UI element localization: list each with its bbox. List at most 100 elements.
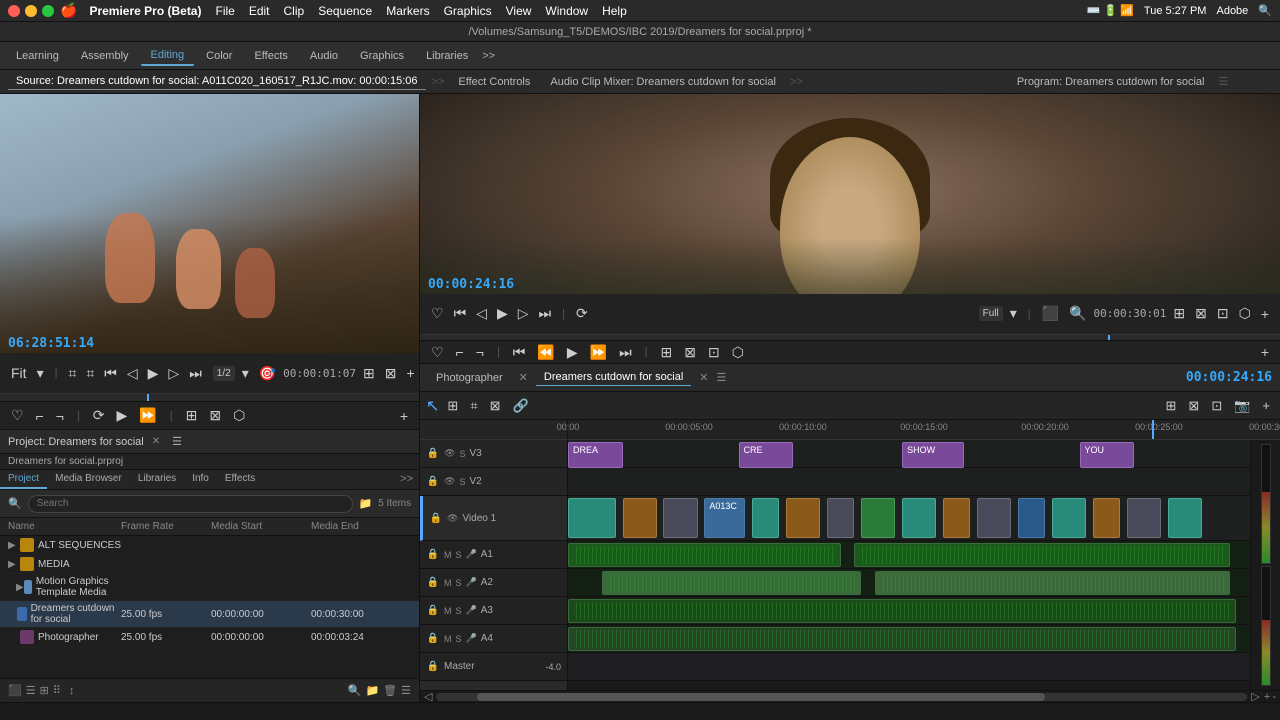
scroll-right-btn[interactable]: ▷ (1251, 690, 1259, 702)
source-ratio[interactable]: 1/2 (213, 366, 235, 381)
source-go-out[interactable]: ⏭ (186, 365, 205, 382)
prog-transport-go-out[interactable]: ⏭ (616, 344, 635, 361)
prog-step-back[interactable]: ◁ (473, 305, 490, 322)
source-go-in[interactable]: ⏮ (101, 365, 120, 382)
icon-view-icon[interactable]: ⊞ (40, 684, 49, 697)
tab-libraries[interactable]: Libraries (130, 470, 184, 489)
v1-clip-4[interactable] (752, 498, 779, 538)
prog-transport-3[interactable]: ¬ (473, 344, 487, 360)
a2-solo[interactable]: S (456, 578, 462, 588)
close-button[interactable] (8, 5, 20, 17)
a3-mute[interactable]: M (444, 606, 452, 616)
workspace-learning[interactable]: Learning (6, 47, 69, 65)
prog-transport-lift[interactable]: ⊞ (658, 344, 676, 361)
v1-clip-11[interactable] (1018, 498, 1045, 538)
src-export-btn[interactable]: ⬡ (230, 407, 248, 424)
sequence-menu[interactable]: Sequence (318, 4, 372, 18)
prog-transport-go-in[interactable]: ⏮ (510, 344, 529, 361)
a1-mute[interactable]: M (444, 550, 452, 560)
workspace-libraries[interactable]: Libraries (416, 47, 478, 65)
source-overwrite[interactable]: ⊠ (382, 365, 400, 382)
prog-loop[interactable]: ⟳ (573, 305, 591, 322)
snap-tool[interactable]: ⊞ (443, 396, 462, 416)
clip-you[interactable]: YOU (1080, 442, 1135, 468)
freeform-view-icon[interactable]: ⠿ (53, 684, 61, 697)
a4-mute[interactable]: M (444, 634, 452, 644)
find-icon[interactable]: 🔍 (348, 684, 362, 697)
effect-controls-tab[interactable]: Effect Controls (450, 74, 538, 90)
ripple-tool[interactable]: ⊠ (486, 396, 505, 416)
a2-mic[interactable]: 🎤 (466, 577, 477, 588)
workspace-more[interactable]: >> (482, 50, 495, 62)
view-menu[interactable]: View (506, 4, 532, 18)
markers-menu[interactable]: Markers (386, 4, 429, 18)
src-overwrite-btn[interactable]: ⊠ (206, 407, 224, 424)
source-set-out[interactable]: ⌗ (83, 365, 97, 382)
prog-go-out[interactable]: ⏭ (536, 305, 555, 322)
a3-mic[interactable]: 🎤 (466, 605, 477, 616)
v1-clip-12[interactable] (1052, 498, 1086, 538)
prog-play[interactable]: ▶ (494, 305, 511, 322)
prog-lift-btn[interactable]: ⊞ (1170, 305, 1188, 322)
scroll-left-btn[interactable]: ◁ (424, 690, 432, 702)
v2-lock[interactable]: 🔒 (426, 476, 440, 487)
prog-go-in[interactable]: ⏮ (451, 305, 470, 322)
a1-solo[interactable]: S (456, 550, 462, 560)
workspace-graphics[interactable]: Graphics (350, 47, 414, 65)
v1-clip-a013c[interactable]: A013C (704, 498, 745, 538)
minimize-button[interactable] (25, 5, 37, 17)
graphics-menu[interactable]: Graphics (444, 4, 492, 18)
add-marker-tool[interactable]: ⌗ (466, 396, 481, 416)
a3-clip-1[interactable] (568, 599, 1236, 623)
prog-transport-add[interactable]: + (1258, 344, 1272, 360)
a1-clip-1[interactable] (568, 543, 841, 567)
prog-transport-play[interactable]: ▶ (564, 344, 581, 361)
scroll-zoom-out[interactable]: - (1272, 691, 1276, 703)
selection-tool[interactable]: ↖ (426, 396, 439, 416)
v1-clip-5[interactable] (786, 498, 820, 538)
program-panel-tab[interactable]: Program: Dreamers cutdown for social (1009, 74, 1213, 90)
source-play[interactable]: ▶ (145, 365, 162, 382)
workspace-audio[interactable]: Audio (300, 47, 348, 65)
sort-icon[interactable]: ↕ (69, 685, 75, 697)
v3-lock[interactable]: 🔒 (426, 448, 440, 459)
prog-zoom-btn[interactable]: 🔍 (1066, 305, 1089, 322)
timeline-tab-2-close[interactable]: ✕ (699, 371, 708, 384)
time-ruler[interactable]: 00:00 00:00:05:00 00:00:10:00 00:00:15:0… (420, 420, 1280, 440)
a2-mute[interactable]: M (444, 578, 452, 588)
prog-fit-selector[interactable]: Full (979, 306, 1003, 321)
file-row-alt-seq[interactable]: ▶ ALT SEQUENCES (0, 536, 419, 555)
v1-eye[interactable]: 👁 (447, 513, 458, 524)
prog-safe-btn[interactable]: ⬛ (1039, 305, 1062, 322)
src-set-in-btn[interactable]: ⌐ (33, 408, 47, 424)
v2-eye[interactable]: 👁 (444, 476, 455, 487)
workspace-effects[interactable]: Effects (244, 47, 297, 65)
v1-clip-3[interactable] (663, 498, 697, 538)
tab-effects[interactable]: Effects (217, 470, 263, 489)
v1-clip-8[interactable] (902, 498, 936, 538)
a2-clip-2[interactable] (875, 571, 1230, 595)
v1-clip-2[interactable] (623, 498, 657, 538)
v2-solo[interactable]: S (459, 477, 465, 487)
tab-media-browser[interactable]: Media Browser (47, 470, 130, 489)
workspace-color[interactable]: Color (196, 47, 242, 65)
project-panel-menu[interactable]: ✕ (152, 436, 160, 447)
link-tool[interactable]: 🔗 (509, 396, 533, 416)
a4-solo[interactable]: S (456, 634, 462, 644)
app-name-menu[interactable]: Premiere Pro (Beta) (89, 4, 201, 18)
v3-solo[interactable]: S (459, 449, 465, 459)
clip-cre[interactable]: CRE (739, 442, 794, 468)
source-panel-tab[interactable]: Source: Dreamers cutdown for social: A01… (8, 73, 426, 90)
a1-mic[interactable]: 🎤 (466, 549, 477, 560)
extract-tool[interactable]: ⊠ (1184, 396, 1203, 416)
source-scrub-bar[interactable] (0, 394, 419, 402)
prog-transport-fwd[interactable]: ⏩ (587, 344, 610, 361)
timeline-menu[interactable]: ☰ (717, 371, 727, 384)
scroll-track[interactable] (436, 693, 1247, 701)
prog-transport-2[interactable]: ⌐ (453, 344, 467, 360)
project-panel-more[interactable]: >> (394, 470, 419, 489)
a4-clip-1[interactable] (568, 627, 1236, 651)
file-row-dreamers[interactable]: Dreamers cutdown for social 25.00 fps 00… (0, 601, 419, 628)
timeline-tab-dreamers[interactable]: Dreamers cutdown for social (536, 369, 691, 386)
workspace-assembly[interactable]: Assembly (71, 47, 139, 65)
